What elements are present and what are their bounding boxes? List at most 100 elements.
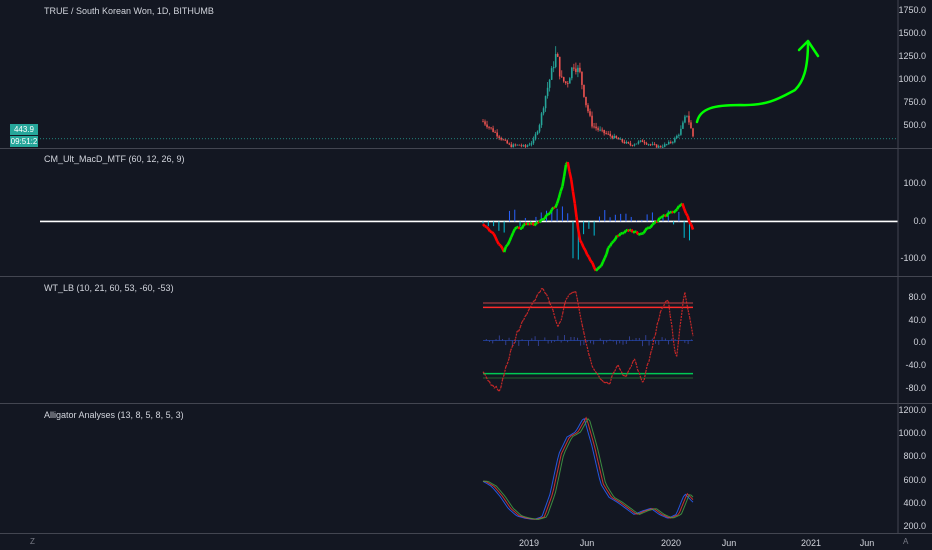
- candle-body: [546, 87, 549, 97]
- macd-line-segment: [684, 212, 689, 217]
- candle-body: [621, 138, 624, 142]
- wt-line-segment: [598, 375, 601, 380]
- timezone-corner[interactable]: Z: [30, 537, 35, 546]
- candle-body: [522, 145, 525, 147]
- wt-line-segment: [563, 299, 567, 306]
- macd-y-tick: 0.0: [913, 216, 926, 226]
- macd-line-segment: [681, 203, 686, 210]
- alligator-line: [482, 417, 694, 520]
- candle-body: [692, 128, 694, 137]
- candle-body: [625, 142, 628, 144]
- candle-body: [532, 139, 535, 144]
- macd-y-tick: -100.0: [900, 253, 926, 263]
- candle-body: [526, 145, 529, 147]
- alligator-y-tick: 800.0: [903, 451, 926, 461]
- candle-body: [617, 137, 620, 140]
- pane-divider-1[interactable]: [0, 148, 932, 149]
- macd-line-segment: [674, 208, 679, 212]
- candle-body: [591, 115, 593, 127]
- wt-line-segment: [588, 354, 592, 360]
- candle-body: [579, 67, 581, 72]
- candle-body: [667, 142, 670, 145]
- candle-body: [684, 116, 686, 123]
- main-pane-title: TRUE / South Korean Won, 1D, BITHUMB: [44, 6, 214, 16]
- candle-body: [641, 140, 644, 143]
- wt-y-tick: 40.0: [908, 315, 926, 325]
- wt-line-segment: [650, 347, 653, 354]
- wt-line-segment: [562, 305, 565, 314]
- macd-line-segment: [605, 247, 610, 255]
- macd-line-segment: [682, 208, 688, 214]
- macd-line-segment: [589, 260, 594, 264]
- candle-body: [502, 139, 504, 141]
- wt-line-segment: [648, 353, 652, 362]
- candle-body: [542, 108, 545, 114]
- macd-line-segment: [630, 228, 635, 234]
- macd-line-segment: [660, 214, 664, 219]
- auto-scale-button[interactable]: A: [903, 537, 908, 546]
- macd-line-segment: [495, 240, 501, 245]
- last-price-badge: 443.9: [10, 124, 38, 135]
- macd-line-segment: [517, 226, 521, 230]
- macd-line-segment: [665, 212, 670, 218]
- pane-divider-2[interactable]: [0, 276, 932, 277]
- candle-body: [672, 142, 674, 143]
- macd-line-segment: [607, 245, 611, 249]
- wt-line-segment: [554, 316, 557, 323]
- macd-line-segment: [542, 217, 546, 221]
- wt-line-segment: [669, 315, 673, 326]
- macd-line-segment: [545, 212, 549, 217]
- candle-body: [506, 140, 509, 144]
- countdown-badge: 09:51:2: [10, 136, 38, 147]
- macd-line-segment: [582, 246, 587, 251]
- alligator-y-tick: 1000.0: [898, 428, 926, 438]
- macd-line-segment: [547, 212, 551, 216]
- wt-line-segment: [501, 374, 505, 380]
- wt-line-segment: [547, 297, 551, 304]
- wt-line-segment: [560, 313, 564, 321]
- candle-body: [607, 133, 609, 135]
- wt-line-segment: [575, 291, 579, 300]
- alligator-pane-title: Alligator Analyses (13, 8, 5, 8, 5, 3): [44, 410, 184, 420]
- candle-body: [558, 56, 561, 77]
- main-y-tick: 1250.0: [898, 51, 926, 61]
- wt-line-segment: [514, 330, 518, 339]
- macd-line-segment: [508, 236, 513, 242]
- candle-body: [651, 144, 654, 146]
- wt-line-segment: [653, 333, 657, 339]
- candle-body: [635, 143, 638, 145]
- wt-y-tick: -40.0: [905, 360, 926, 370]
- candle-body: [593, 126, 595, 128]
- wt-line-segment: [612, 370, 616, 374]
- candle-body: [544, 96, 547, 109]
- wt-line-segment: [619, 368, 622, 372]
- candle-body: [647, 144, 650, 146]
- wt-line-segment: [559, 320, 562, 324]
- wt-line-segment: [633, 358, 637, 364]
- macd-line-segment: [580, 242, 585, 248]
- wt-line-segment: [580, 317, 583, 326]
- wt-line-segment: [687, 310, 691, 318]
- wt-line-segment: [495, 385, 499, 391]
- pane-divider-3[interactable]: [0, 403, 932, 404]
- macd-line-segment: [489, 230, 493, 234]
- wt-line-segment: [627, 368, 631, 373]
- candle-body: [686, 115, 688, 117]
- macd-line-segment: [494, 236, 499, 242]
- candle-body: [556, 53, 559, 57]
- candle-body: [595, 126, 597, 129]
- wt-y-tick: 80.0: [908, 292, 926, 302]
- candle-body: [560, 76, 563, 78]
- wt-line-segment: [538, 291, 541, 294]
- macd-line-segment: [569, 179, 575, 192]
- macd-line-segment: [485, 225, 490, 230]
- wt-line-segment: [534, 295, 538, 301]
- candle-body: [498, 136, 500, 138]
- wt-line-segment: [614, 366, 618, 372]
- macd-y-tick: 100.0: [903, 178, 926, 188]
- candle-body: [516, 144, 519, 146]
- wt-line-segment: [565, 296, 569, 300]
- wt-y-tick: 0.0: [913, 337, 926, 347]
- candle-body: [613, 135, 616, 139]
- candle-body: [629, 143, 632, 146]
